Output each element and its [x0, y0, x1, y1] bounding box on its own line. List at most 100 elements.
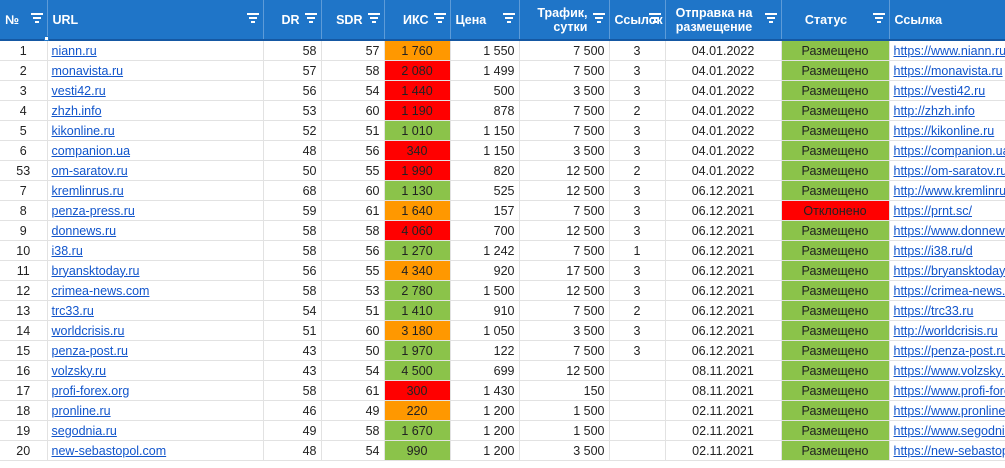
column-header-dr[interactable]: DR [263, 0, 322, 41]
table-row: 19 segodnia.ru 49 58 1 670 1 200 1 500 02.11.20… [0, 420, 1005, 441]
status-cell: Размещено [781, 340, 890, 361]
site-url-link[interactable]: worldcrisis.ru [47, 320, 264, 341]
site-url-link[interactable]: vesti42.ru [47, 80, 264, 101]
traffic-cell: 3 500 [519, 320, 610, 341]
placement-link[interactable]: https://www.profi-forex.org [889, 380, 1005, 401]
column-header-number[interactable]: № [0, 0, 48, 41]
placement-link[interactable]: https://bryansktoday.ru [889, 260, 1005, 281]
site-url-link[interactable]: companion.ua [47, 140, 264, 161]
site-url-link[interactable]: donnews.ru [47, 220, 264, 241]
placement-link[interactable]: https://companion.ua [889, 140, 1005, 161]
dr-cell: 48 [263, 140, 322, 161]
placement-link[interactable]: https://www.donnews.ru [889, 220, 1005, 241]
filter-icon[interactable] [502, 13, 515, 23]
placement-link[interactable]: https://trc33.ru [889, 300, 1005, 321]
dr-cell: 46 [263, 400, 322, 421]
column-header-label: Отправка на размещение [675, 5, 753, 34]
site-url-link[interactable]: profi-forex.org [47, 380, 264, 401]
row-number-cell: 4 [0, 100, 48, 121]
column-header-sent-date[interactable]: Отправка на размещение [665, 0, 782, 41]
placement-link[interactable]: https://kikonline.ru [889, 120, 1005, 141]
links-count-cell: 3 [609, 120, 666, 141]
dr-cell: 51 [263, 320, 322, 341]
column-header-status[interactable]: Статус [781, 0, 890, 41]
row-number-cell: 19 [0, 420, 48, 441]
sdr-cell: 51 [321, 300, 385, 321]
placement-link[interactable]: https://om-saratov.ru [889, 160, 1005, 181]
site-url-link[interactable]: kremlinrus.ru [47, 180, 264, 201]
site-url-link[interactable]: monavista.ru [47, 60, 264, 81]
status-cell: Размещено [781, 100, 890, 121]
column-header-traffic[interactable]: Трафик, сутки [519, 0, 610, 41]
dr-cell: 59 [263, 200, 322, 221]
column-header-sdr[interactable]: SDR [321, 0, 385, 41]
site-url-link[interactable]: i38.ru [47, 240, 264, 261]
row-number-cell: 6 [0, 140, 48, 161]
column-header-links[interactable]: Ссылок [609, 0, 666, 41]
traffic-cell: 3 500 [519, 140, 610, 161]
placement-link[interactable]: http://www.kremlinrus.ru [889, 180, 1005, 201]
status-cell: Размещено [781, 140, 890, 161]
price-cell: 1 500 [450, 280, 520, 301]
site-url-link[interactable]: niann.ru [47, 40, 264, 61]
dr-cell: 58 [263, 40, 322, 61]
site-url-link[interactable]: bryansktoday.ru [47, 260, 264, 281]
column-header-link[interactable]: Ссылка [889, 0, 1005, 41]
iks-cell: 2 780 [384, 280, 451, 301]
filter-icon[interactable] [764, 13, 777, 23]
links-count-cell: 3 [609, 220, 666, 241]
site-url-link[interactable]: segodnia.ru [47, 420, 264, 441]
row-number-cell: 15 [0, 340, 48, 361]
traffic-cell: 7 500 [519, 200, 610, 221]
site-url-link[interactable]: pronline.ru [47, 400, 264, 421]
site-url-link[interactable]: penza-press.ru [47, 200, 264, 221]
filter-icon[interactable] [367, 13, 380, 23]
table-row: 10 i38.ru 58 56 1 270 1 242 7 500 1 06.12.2021 Ра… [0, 240, 1005, 261]
placement-link[interactable]: https://monavista.ru [889, 60, 1005, 81]
sdr-cell: 57 [321, 40, 385, 61]
status-cell: Размещено [781, 80, 890, 101]
sent-date-cell: 08.11.2021 [665, 360, 782, 381]
filter-icon[interactable] [304, 13, 317, 23]
placement-link[interactable]: https://www.niann.ru [889, 40, 1005, 61]
site-url-link[interactable]: zhzh.info [47, 100, 264, 121]
filter-icon[interactable] [872, 13, 885, 23]
column-header-price[interactable]: Цена [450, 0, 520, 41]
dr-cell: 50 [263, 160, 322, 181]
status-cell: Размещено [781, 440, 890, 461]
placement-link[interactable]: https://new-sebastopol.com [889, 440, 1005, 461]
placement-link[interactable]: https://i38.ru/d [889, 240, 1005, 261]
table-row: 7 kremlinrus.ru 68 60 1 130 525 12 500 3 06.12.2… [0, 180, 1005, 201]
site-url-link[interactable]: trc33.ru [47, 300, 264, 321]
column-header-iks[interactable]: ИКС [384, 0, 451, 41]
site-url-link[interactable]: kikonline.ru [47, 120, 264, 141]
filter-icon[interactable] [648, 13, 661, 23]
placement-link[interactable]: http://zhzh.info [889, 100, 1005, 121]
row-number-cell: 14 [0, 320, 48, 341]
placement-link[interactable]: https://www.volzsky.ru [889, 360, 1005, 381]
site-url-link[interactable]: new-sebastopol.com [47, 440, 264, 461]
selection-handle[interactable] [44, 36, 49, 41]
links-count-cell: 3 [609, 320, 666, 341]
table-row: 5 kikonline.ru 52 51 1 010 1 150 7 500 3 04.01.2… [0, 120, 1005, 141]
iks-cell: 4 340 [384, 260, 451, 281]
placement-link[interactable]: https://www.segodnia.ru [889, 420, 1005, 441]
filter-icon[interactable] [246, 13, 259, 23]
site-url-link[interactable]: om-saratov.ru [47, 160, 264, 181]
price-cell: 699 [450, 360, 520, 381]
site-url-link[interactable]: volzsky.ru [47, 360, 264, 381]
site-url-link[interactable]: penza-post.ru [47, 340, 264, 361]
placement-link[interactable]: https://www.pronline.ru [889, 400, 1005, 421]
filter-icon[interactable] [433, 13, 446, 23]
placement-link[interactable]: https://vesti42.ru [889, 80, 1005, 101]
placement-link[interactable]: https://crimea-news.com [889, 280, 1005, 301]
filter-icon[interactable] [30, 13, 43, 23]
placement-link[interactable]: https://penza-post.ru [889, 340, 1005, 361]
iks-cell: 1 670 [384, 420, 451, 441]
placement-link[interactable]: https://prnt.sc/ [889, 200, 1005, 221]
column-header-url[interactable]: URL [47, 0, 264, 41]
placement-link[interactable]: http://worldcrisis.ru [889, 320, 1005, 341]
site-url-link[interactable]: crimea-news.com [47, 280, 264, 301]
filter-icon[interactable] [592, 13, 605, 23]
status-cell: Размещено [781, 160, 890, 181]
